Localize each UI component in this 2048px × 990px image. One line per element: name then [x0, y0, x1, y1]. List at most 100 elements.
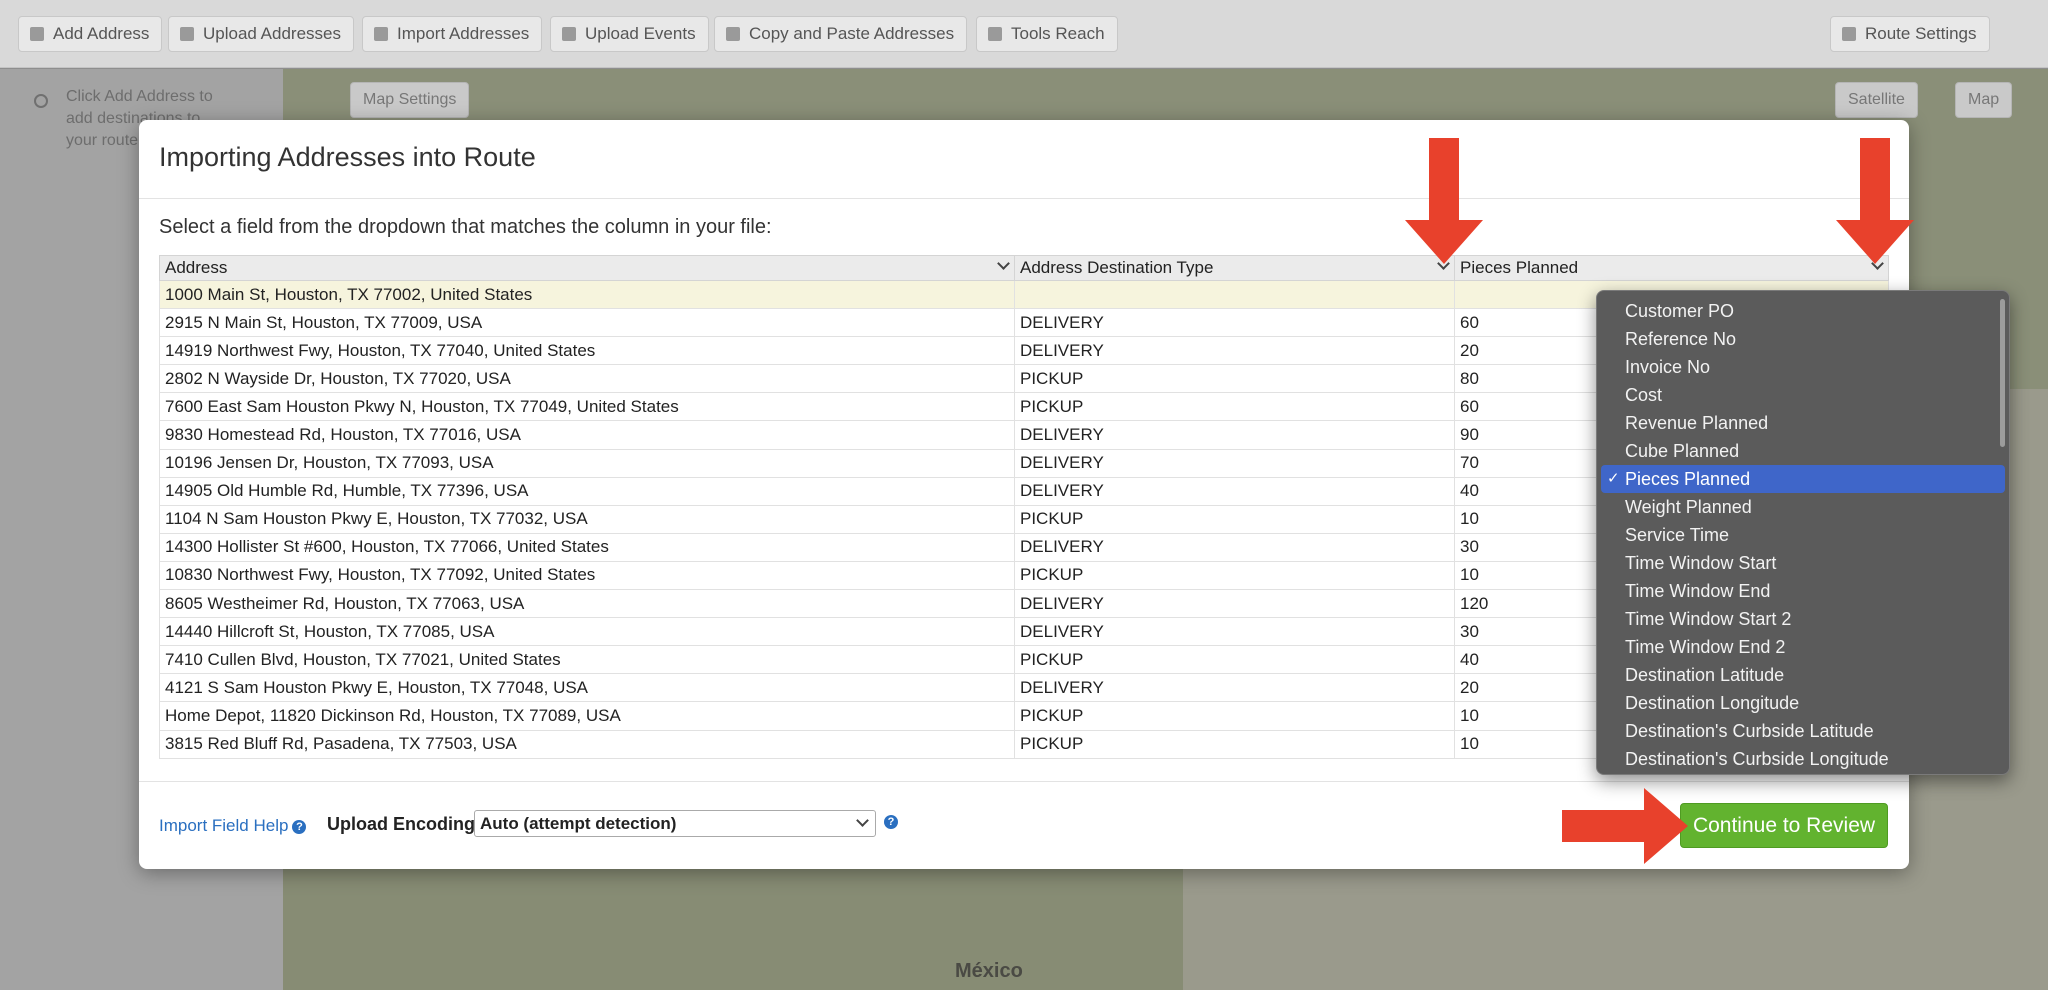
table-header-row: Address Address Destination Type Pieces …: [159, 255, 1889, 281]
map-settings-button[interactable]: Map Settings: [350, 82, 470, 118]
tools-reach-button[interactable]: Tools Reach: [976, 16, 1118, 52]
column-select-destination-type[interactable]: Address Destination Type: [1014, 255, 1455, 281]
destination-type-cell: PICKUP: [1014, 729, 1455, 759]
dropdown-option[interactable]: Cube Planned: [1601, 437, 2005, 465]
import-addresses-button[interactable]: Import Addresses: [362, 16, 543, 52]
destination-type-cell: PICKUP: [1014, 560, 1455, 591]
dropdown-option[interactable]: Destination's Curbside Longitude: [1601, 745, 2005, 773]
red-arrow-down-icon: [1836, 138, 1914, 264]
gear-icon: [1842, 27, 1856, 41]
column-select-pieces-planned[interactable]: Pieces Planned: [1454, 255, 1889, 281]
destination-type-cell: DELIVERY: [1014, 336, 1455, 366]
address-cell: 2915 N Main St, Houston, TX 77009, USA: [159, 308, 1015, 338]
add-address-button[interactable]: Add Address: [18, 16, 163, 52]
column-select-address[interactable]: Address: [159, 255, 1015, 281]
address-cell: 1104 N Sam Houston Pkwy E, Houston, TX 7…: [159, 504, 1015, 534]
dropdown-option-label: Reference No: [1625, 329, 1737, 349]
field-dropdown-menu[interactable]: Customer PO Reference No Invoice No Cost Rev…: [1596, 290, 2010, 775]
red-arrow-right-icon: [1562, 788, 1688, 864]
destination-type-cell: [1014, 279, 1455, 310]
dropdown-option-label: Revenue Planned: [1625, 413, 1769, 433]
destination-type-cell: DELIVERY: [1014, 308, 1455, 338]
dropdown-scrollbar[interactable]: [2000, 299, 2005, 447]
dropdown-option-label: Destination's Curbside Latitude: [1625, 721, 1874, 741]
upload-events-button[interactable]: Upload Events: [550, 16, 709, 52]
dropdown-option-label: Invoice No: [1625, 357, 1711, 377]
map-view-button[interactable]: Map: [1955, 82, 2013, 118]
dropdown-option-label: Time Window Start: [1625, 553, 1777, 573]
address-cell: Home Depot, 11820 Dickinson Rd, Houston,…: [159, 701, 1015, 731]
import-icon: [374, 27, 388, 41]
dropdown-option[interactable]: Customer PO: [1601, 297, 2005, 325]
info-icon: [34, 94, 48, 108]
dropdown-option[interactable]: Destination's Curbside Latitude: [1601, 717, 2005, 745]
dropdown-option-label: Time Window End: [1625, 581, 1771, 601]
dropdown-option[interactable]: Invoice No: [1601, 353, 2005, 381]
copy-paste-addresses-button[interactable]: Copy and Paste Addresses: [714, 16, 968, 52]
dropdown-option[interactable]: Revenue Planned: [1601, 409, 2005, 437]
modal-title: Importing Addresses into Route: [159, 142, 536, 172]
address-cell: 14919 Northwest Fwy, Houston, TX 77040, …: [159, 336, 1015, 366]
address-cell: 14905 Old Humble Rd, Humble, TX 77396, U…: [159, 476, 1015, 506]
tools-icon: [988, 27, 1002, 41]
address-cell: 1000 Main St, Houston, TX 77002, United …: [159, 279, 1015, 310]
dropdown-option[interactable]: Cost: [1601, 381, 2005, 409]
dropdown-option[interactable]: Service Time: [1601, 521, 2005, 549]
red-arrow-down-icon: [1405, 138, 1483, 264]
import-field-help-link[interactable]: Import Field Help?: [159, 816, 307, 836]
satellite-button[interactable]: Satellite: [1835, 82, 1918, 118]
destination-type-cell: DELIVERY: [1014, 532, 1455, 562]
address-cell: 9830 Homestead Rd, Houston, TX 77016, US…: [159, 420, 1015, 450]
dropdown-option[interactable]: Time Window Start: [1601, 549, 2005, 577]
address-cell: 4121 S Sam Houston Pkwy E, Houston, TX 7…: [159, 673, 1015, 703]
dropdown-option-label: Service Time: [1625, 525, 1730, 545]
dropdown-list: Customer PO Reference No Invoice No Cost Rev…: [1597, 297, 2009, 773]
route-settings-button[interactable]: Route Settings: [1830, 16, 1990, 52]
upload-encoding-select[interactable]: Auto (attempt detection): [474, 810, 876, 837]
dropdown-option[interactable]: Time Window Start 2: [1601, 605, 2005, 633]
address-cell: 10196 Jensen Dr, Houston, TX 77093, USA: [159, 448, 1015, 478]
upload-addresses-button[interactable]: Upload Addresses: [168, 16, 354, 52]
chevron-down-icon: [856, 814, 869, 827]
upload-icon: [562, 27, 576, 41]
modal-instruction: Select a field from the dropdown that ma…: [159, 216, 772, 238]
help-icon: ?: [292, 820, 307, 834]
chevron-down-icon: [997, 257, 1010, 270]
plus-icon: [30, 27, 44, 41]
continue-to-review-button[interactable]: Continue to Review: [1680, 803, 1888, 848]
destination-type-cell: PICKUP: [1014, 364, 1455, 394]
upload-icon: [180, 27, 194, 41]
upload-encoding-label: Upload Encoding:: [327, 814, 481, 834]
help-icon[interactable]: ?: [884, 815, 898, 829]
checkmark-icon: ✓: [1607, 470, 1620, 487]
destination-type-cell: DELIVERY: [1014, 617, 1455, 647]
destination-type-cell: PICKUP: [1014, 645, 1455, 675]
destination-type-cell: DELIVERY: [1014, 448, 1455, 478]
dropdown-option[interactable]: Time Window End: [1601, 577, 2005, 605]
dropdown-option[interactable]: Time Window End 2: [1601, 633, 2005, 661]
destination-type-cell: PICKUP: [1014, 392, 1455, 422]
destination-type-cell: DELIVERY: [1014, 476, 1455, 506]
dropdown-option-label: Cost: [1625, 385, 1663, 405]
address-cell: 7410 Cullen Blvd, Houston, TX 77021, Uni…: [159, 645, 1015, 675]
address-cell: 2802 N Wayside Dr, Houston, TX 77020, US…: [159, 364, 1015, 394]
clipboard-icon: [726, 27, 740, 41]
address-cell: 10830 Northwest Fwy, Houston, TX 77092, …: [159, 560, 1015, 591]
address-cell: 14440 Hillcroft St, Houston, TX 77085, U…: [159, 617, 1015, 647]
dropdown-option-label: Destination Latitude: [1625, 665, 1785, 685]
dropdown-option-label: Customer PO: [1625, 301, 1735, 321]
dropdown-option-label: Destination Longitude: [1625, 693, 1800, 713]
address-cell: 3815 Red Bluff Rd, Pasadena, TX 77503, U…: [159, 729, 1015, 759]
dropdown-option[interactable]: ✓ Pieces Planned: [1601, 465, 2005, 493]
dropdown-option-label: Cube Planned: [1625, 441, 1740, 461]
dropdown-option[interactable]: Destination Latitude: [1601, 661, 2005, 689]
top-toolbar: Add Address Upload Addresses Import Addr…: [0, 0, 2048, 68]
dropdown-option[interactable]: Reference No: [1601, 325, 2005, 353]
destination-type-cell: PICKUP: [1014, 504, 1455, 534]
dropdown-option[interactable]: Weight Planned: [1601, 493, 2005, 521]
divider: [139, 781, 1909, 782]
divider: [139, 198, 1909, 199]
dropdown-option[interactable]: Destination Longitude: [1601, 689, 2005, 717]
destination-type-cell: PICKUP: [1014, 701, 1455, 731]
dropdown-option-label: Time Window End 2: [1625, 637, 1786, 657]
